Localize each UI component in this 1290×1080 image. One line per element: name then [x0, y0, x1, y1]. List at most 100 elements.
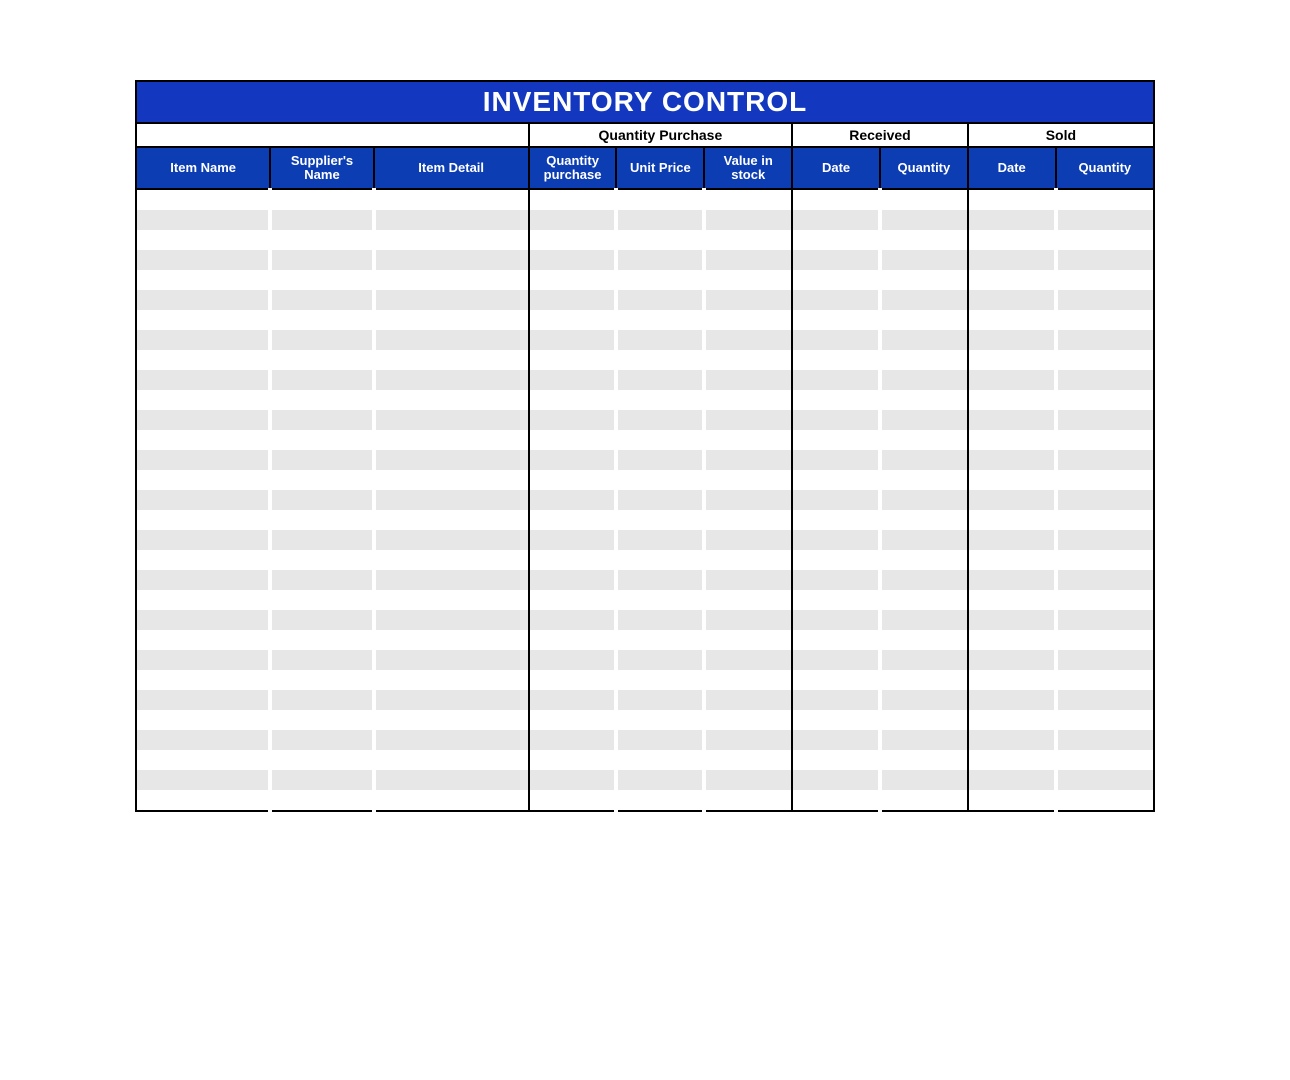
cell-item-detail — [374, 770, 529, 790]
cell-recv-date — [792, 670, 880, 690]
cell-supplier-name — [270, 590, 373, 610]
cell-recv-qty — [880, 690, 968, 710]
cell-sold-qty — [1056, 230, 1154, 250]
cell-recv-date — [792, 470, 880, 490]
cell-recv-date — [792, 570, 880, 590]
cell-unit-price — [616, 650, 704, 670]
cell-item-detail — [374, 550, 529, 570]
cell-value-in-stock — [704, 430, 792, 450]
table-row — [136, 410, 1154, 430]
cell-recv-date — [792, 690, 880, 710]
cell-qty-purchase — [529, 430, 617, 450]
cell-recv-qty — [880, 290, 968, 310]
cell-unit-price — [616, 770, 704, 790]
cell-item-name — [136, 770, 270, 790]
cell-unit-price — [616, 370, 704, 390]
cell-sold-qty — [1056, 610, 1154, 630]
cell-supplier-name — [270, 750, 373, 770]
inventory-control-sheet: INVENTORY CONTROL Quantity Purchase Rece… — [135, 80, 1155, 812]
cell-qty-purchase — [529, 470, 617, 490]
cell-supplier-name — [270, 690, 373, 710]
cell-qty-purchase — [529, 230, 617, 250]
cell-recv-date — [792, 750, 880, 770]
cell-sold-date — [968, 730, 1056, 750]
table-row — [136, 790, 1154, 811]
cell-unit-price — [616, 350, 704, 370]
cell-recv-qty — [880, 230, 968, 250]
cell-sold-qty — [1056, 189, 1154, 210]
col-received-quantity: Quantity — [880, 147, 968, 189]
cell-item-name — [136, 730, 270, 750]
cell-value-in-stock — [704, 510, 792, 530]
cell-sold-date — [968, 189, 1056, 210]
cell-item-detail — [374, 510, 529, 530]
cell-value-in-stock — [704, 330, 792, 350]
cell-recv-qty — [880, 270, 968, 290]
cell-qty-purchase — [529, 370, 617, 390]
cell-value-in-stock — [704, 690, 792, 710]
cell-recv-qty — [880, 710, 968, 730]
cell-qty-purchase — [529, 330, 617, 350]
cell-value-in-stock — [704, 750, 792, 770]
col-supplier-name: Supplier's Name — [270, 147, 373, 189]
cell-value-in-stock — [704, 290, 792, 310]
cell-sold-qty — [1056, 790, 1154, 811]
cell-unit-price — [616, 790, 704, 811]
cell-recv-qty — [880, 770, 968, 790]
cell-qty-purchase — [529, 530, 617, 550]
cell-item-name — [136, 710, 270, 730]
cell-recv-date — [792, 550, 880, 570]
cell-item-name — [136, 210, 270, 230]
table-row — [136, 730, 1154, 750]
cell-item-detail — [374, 390, 529, 410]
cell-value-in-stock — [704, 230, 792, 250]
cell-recv-date — [792, 370, 880, 390]
cell-recv-date — [792, 770, 880, 790]
cell-supplier-name — [270, 530, 373, 550]
cell-recv-date — [792, 410, 880, 430]
cell-qty-purchase — [529, 410, 617, 430]
cell-item-name — [136, 630, 270, 650]
cell-value-in-stock — [704, 270, 792, 290]
cell-item-detail — [374, 230, 529, 250]
col-value-in-stock: Value in stock — [704, 147, 792, 189]
table-row — [136, 370, 1154, 390]
cell-unit-price — [616, 210, 704, 230]
cell-recv-date — [792, 210, 880, 230]
cell-qty-purchase — [529, 490, 617, 510]
cell-item-detail — [374, 490, 529, 510]
cell-recv-qty — [880, 730, 968, 750]
cell-qty-purchase — [529, 270, 617, 290]
col-unit-price: Unit Price — [616, 147, 704, 189]
cell-recv-date — [792, 430, 880, 450]
table-row — [136, 750, 1154, 770]
cell-supplier-name — [270, 470, 373, 490]
cell-supplier-name — [270, 270, 373, 290]
cell-item-name — [136, 270, 270, 290]
cell-recv-date — [792, 490, 880, 510]
cell-supplier-name — [270, 310, 373, 330]
cell-qty-purchase — [529, 450, 617, 470]
cell-recv-qty — [880, 570, 968, 590]
cell-value-in-stock — [704, 570, 792, 590]
cell-recv-qty — [880, 630, 968, 650]
cell-sold-date — [968, 610, 1056, 630]
cell-qty-purchase — [529, 510, 617, 530]
cell-sold-date — [968, 670, 1056, 690]
cell-supplier-name — [270, 430, 373, 450]
cell-sold-qty — [1056, 550, 1154, 570]
cell-item-name — [136, 430, 270, 450]
cell-recv-qty — [880, 670, 968, 690]
cell-item-name — [136, 390, 270, 410]
cell-item-name — [136, 490, 270, 510]
cell-sold-date — [968, 350, 1056, 370]
cell-recv-date — [792, 630, 880, 650]
cell-sold-qty — [1056, 650, 1154, 670]
cell-unit-price — [616, 250, 704, 270]
cell-recv-qty — [880, 390, 968, 410]
group-blank — [136, 123, 529, 147]
cell-recv-qty — [880, 790, 968, 811]
table-row — [136, 290, 1154, 310]
cell-supplier-name — [270, 630, 373, 650]
cell-value-in-stock — [704, 410, 792, 430]
